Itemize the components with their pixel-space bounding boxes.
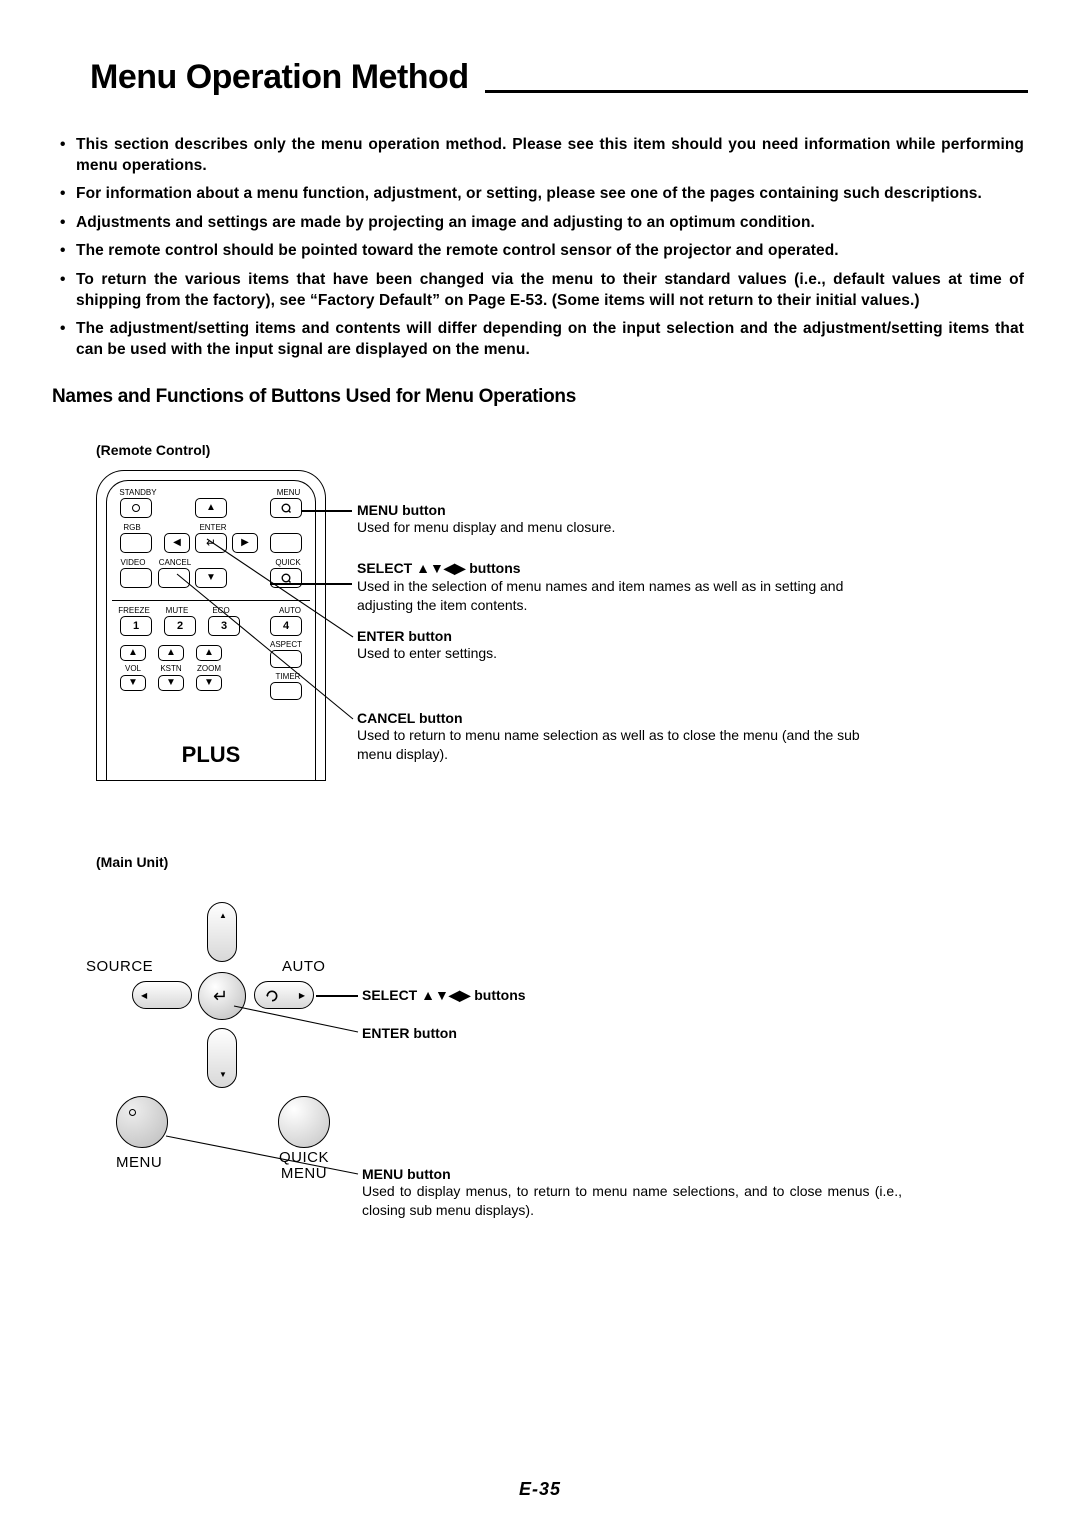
- left-button: ◀: [164, 533, 190, 553]
- mu-leader-menu-icon: [166, 1136, 366, 1196]
- remote-diagram: STANDBY MENU ▲ RGB ENTER ◀ ↵ ▶ VIDEO CAN…: [52, 464, 1028, 794]
- bullet-item: Adjustments and settings are made by pro…: [56, 213, 1024, 234]
- menu-button: [270, 498, 302, 518]
- mu-left-button: ◀: [132, 981, 192, 1009]
- bullet-item: The remote control should be pointed tow…: [56, 241, 1024, 262]
- mu-menu-button: [116, 1096, 168, 1148]
- label-zoom: ZOOM: [194, 664, 224, 673]
- cancel-button: [158, 568, 190, 588]
- vol-down-button: ▼: [120, 675, 146, 691]
- label-mute: MUTE: [162, 606, 192, 615]
- page-title: Menu Operation Method: [80, 54, 485, 101]
- remote-brand: PLUS: [96, 742, 326, 768]
- leader-lines-icon: [207, 539, 357, 659]
- label-kstn: KSTN: [157, 664, 185, 673]
- callout-enter: ENTER button Used to enter settings.: [357, 628, 897, 663]
- mu-callout-enter: ENTER button: [362, 1025, 902, 1041]
- remote-label: (Remote Control): [96, 442, 1028, 458]
- bullet-item: The adjustment/setting items and content…: [56, 319, 1024, 360]
- mu-callout-select: SELECT ▲▼◀▶ buttons: [362, 987, 902, 1004]
- label-cancel: CANCEL: [154, 558, 196, 567]
- label-menu: MENU: [271, 488, 306, 497]
- mainunit-label: (Main Unit): [96, 854, 1028, 870]
- bullet-item: To return the various items that have be…: [56, 270, 1024, 311]
- label-freeze: FREEZE: [116, 606, 152, 615]
- mu-down-button: ▼: [207, 1028, 237, 1088]
- kstn-down-button: ▼: [158, 675, 184, 691]
- up-button: ▲: [195, 498, 227, 518]
- label-enter: ENTER: [196, 523, 230, 532]
- kstn-up-button: ▲: [158, 645, 184, 661]
- intro-bullet-list: This section describes only the menu ope…: [52, 135, 1028, 360]
- main-unit-diagram: ▲ ▼ ◀ ▶ ↵ SOURCE AUTO MENU QUICKMENU SEL…: [52, 876, 1028, 1296]
- mu-menu-label: MENU: [116, 1154, 162, 1171]
- label-video: VIDEO: [116, 558, 150, 567]
- section-heading: Names and Functions of Buttons Used for …: [52, 386, 1028, 408]
- page-number: E-35: [0, 1479, 1080, 1500]
- mu-up-button: ▲: [207, 902, 237, 962]
- zoom-down-button: ▼: [196, 675, 222, 691]
- mu-right-button: ▶: [254, 981, 314, 1009]
- label-standby: STANDBY: [116, 488, 160, 497]
- rgb-button: [120, 533, 152, 553]
- vol-up-button: ▲: [120, 645, 146, 661]
- mu-auto-label: AUTO: [282, 958, 325, 975]
- title-area: Menu Operation Method: [80, 40, 1028, 101]
- label-rgb: RGB: [118, 523, 146, 532]
- standby-button: [120, 498, 152, 518]
- callout-select: SELECT ▲▼◀▶ buttons Used in the selectio…: [357, 560, 897, 614]
- video-button: [120, 568, 152, 588]
- mu-source-label: SOURCE: [86, 958, 153, 975]
- callout-cancel: CANCEL button Used to return to menu nam…: [357, 710, 897, 763]
- bullet-item: This section describes only the menu ope…: [56, 135, 1024, 176]
- mu-leader-enter-icon: [234, 1006, 364, 1036]
- mu-callout-menu: MENU button Used to display menus, to re…: [362, 1166, 902, 1219]
- freeze-button: 1: [120, 616, 152, 636]
- bullet-item: For information about a menu function, a…: [56, 184, 1024, 205]
- mute-button: 2: [164, 616, 196, 636]
- callout-menu: MENU button Used for menu display and me…: [357, 502, 897, 537]
- label-vol: VOL: [120, 664, 146, 673]
- timer-button: [270, 682, 302, 700]
